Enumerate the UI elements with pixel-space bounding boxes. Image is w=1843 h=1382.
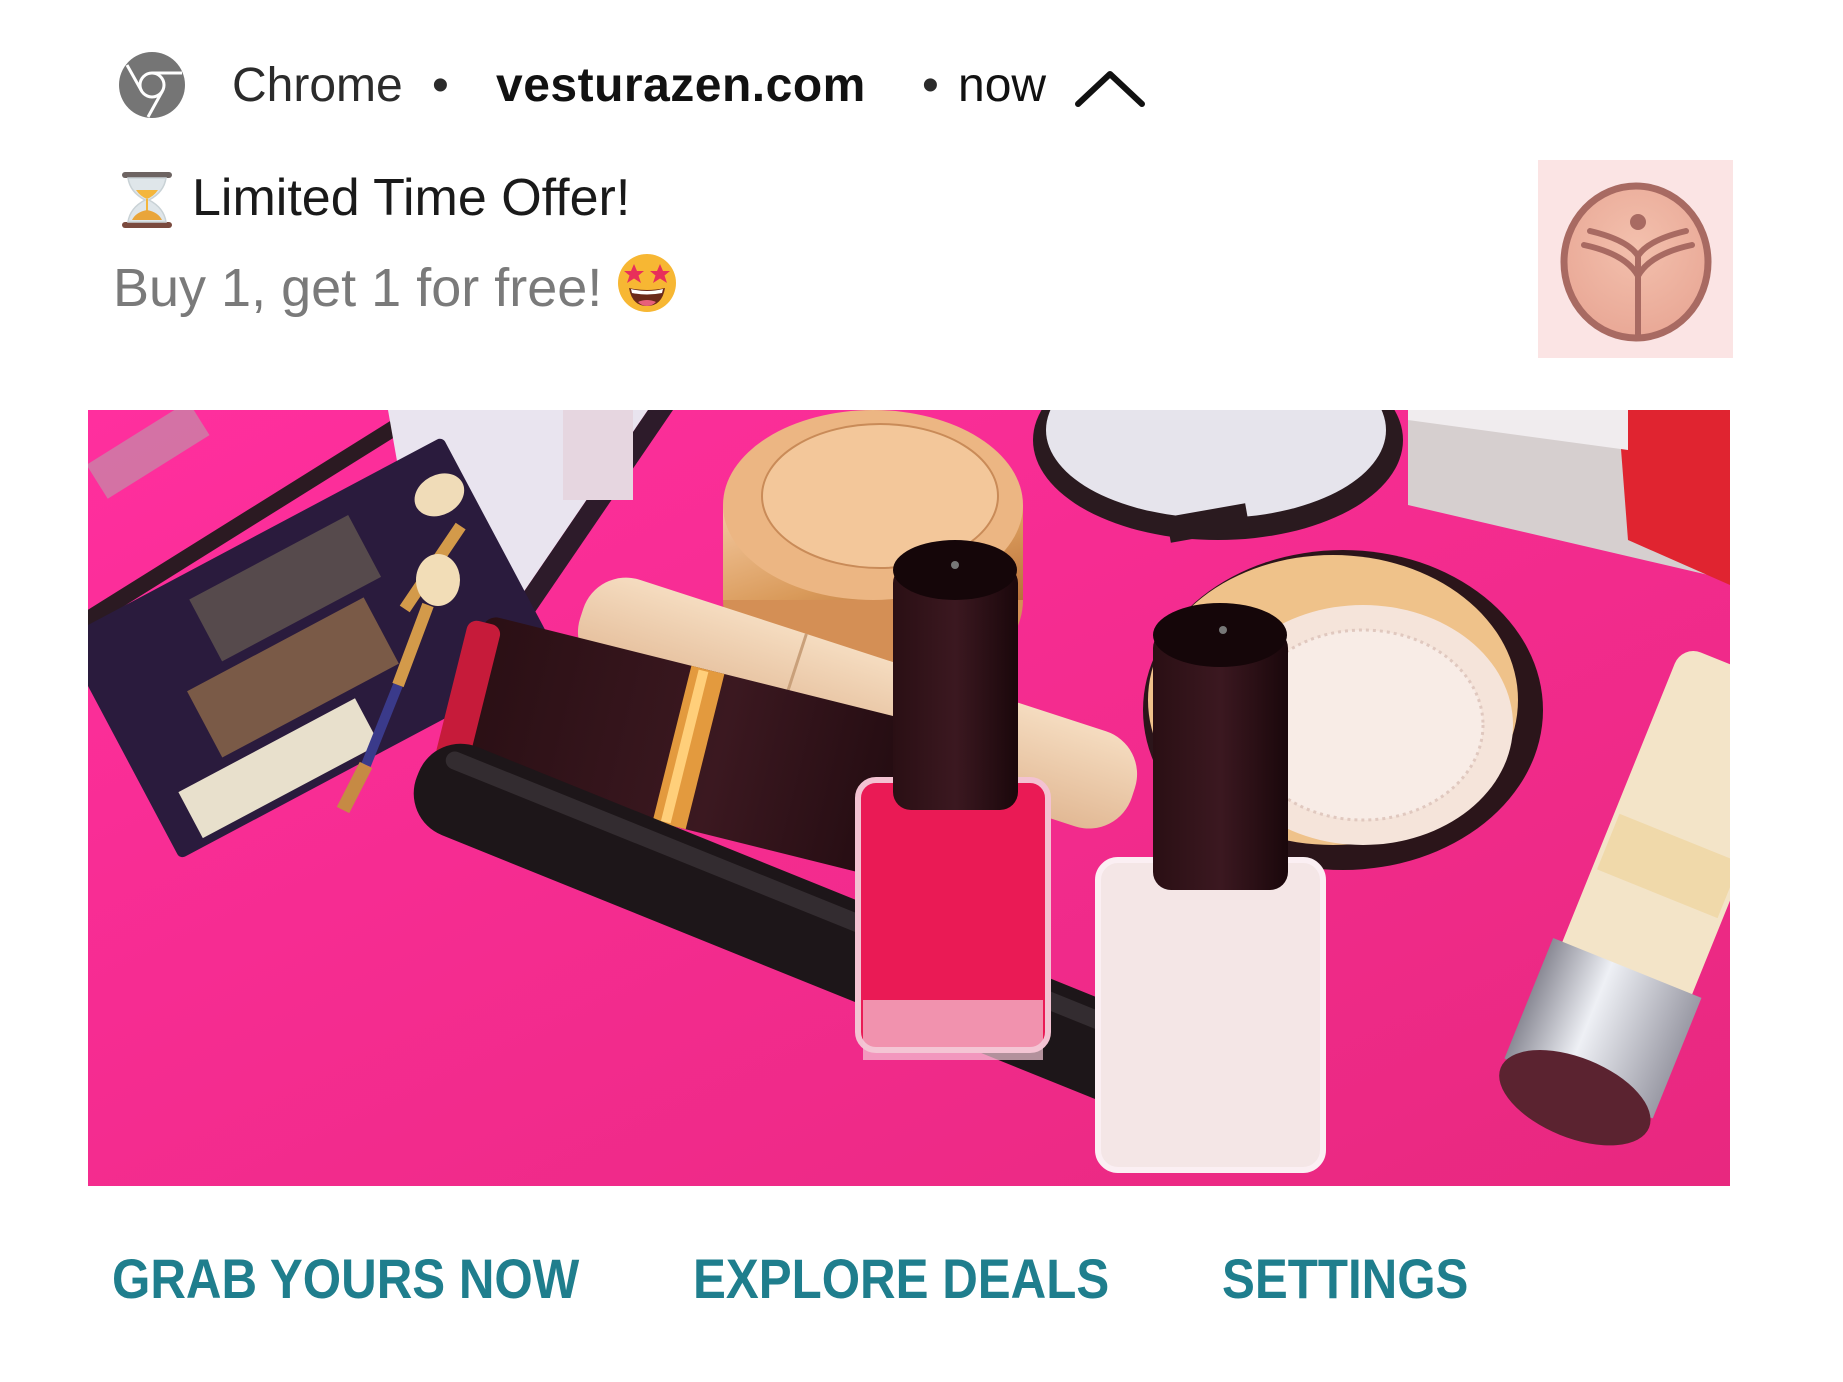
star-struck-emoji-icon: [618, 254, 677, 312]
chrome-icon: [119, 52, 185, 118]
notification-body: Buy 1, get 1 for free!: [113, 252, 678, 320]
site-domain: vesturazen.com: [496, 59, 866, 112]
notification-title: Limited Time Offer!: [192, 169, 631, 227]
explore-deals-button[interactable]: EXPLORE DEALS: [693, 1244, 1109, 1314]
settings-button[interactable]: SETTINGS: [1222, 1244, 1468, 1314]
hourglass-icon: [122, 172, 172, 228]
separator-dot: •: [432, 59, 449, 112]
hero-image[interactable]: [88, 410, 1730, 1186]
timestamp: now: [958, 59, 1047, 112]
cosmetics-photo: [88, 410, 1730, 1186]
tree-logo-icon: [1560, 182, 1712, 342]
brand-logo: [1538, 160, 1733, 358]
app-name: Chrome: [232, 59, 403, 112]
notification-body-text: Buy 1, get 1 for free!: [113, 258, 603, 318]
separator-dot: •: [922, 59, 939, 112]
chevron-up-icon[interactable]: [1070, 62, 1150, 112]
grab-yours-now-button[interactable]: GRAB YOURS NOW: [112, 1244, 579, 1314]
